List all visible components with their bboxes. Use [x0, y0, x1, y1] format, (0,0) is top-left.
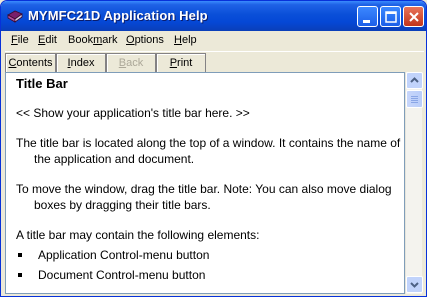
scroll-up-button[interactable]: [406, 72, 423, 89]
help-topic-pane[interactable]: Title Bar << Show your application's tit…: [5, 72, 405, 294]
minimize-icon: [363, 20, 370, 23]
scroll-down-button[interactable]: [406, 276, 423, 293]
menu-file[interactable]: File: [11, 34, 29, 46]
bullet-icon: [18, 273, 22, 277]
chevron-down-icon: [410, 282, 419, 288]
maximize-icon: [385, 11, 397, 23]
paragraph-location: The title bar is located along the top o…: [16, 136, 401, 166]
scroll-thumb[interactable]: [406, 90, 423, 108]
help-toolbar: Contents Index Back Print: [5, 51, 424, 73]
back-button[interactable]: Back: [106, 53, 156, 73]
menu-bar: File Edit Bookmark Options Help: [5, 31, 424, 50]
window-title: MYMFC21D Application Help: [28, 8, 208, 23]
paragraph-move: To move the window, drag the title bar. …: [16, 182, 392, 212]
close-icon: [409, 12, 419, 22]
close-button[interactable]: [403, 6, 424, 27]
grip-line: [411, 100, 418, 101]
vertical-scrollbar[interactable]: [405, 72, 423, 294]
menu-options[interactable]: Options: [126, 34, 164, 46]
topic-heading: Title Bar: [16, 76, 68, 91]
grip-line: [411, 102, 418, 103]
list-item: Document Control-menu button: [16, 265, 402, 285]
paragraph-elements: A title bar may contain the following el…: [16, 228, 260, 242]
help-window: MYMFC21D Application Help File Edit Book…: [0, 0, 427, 297]
help-book-icon[interactable]: [7, 9, 23, 23]
print-button[interactable]: Print: [156, 53, 206, 73]
maximize-button[interactable]: [380, 6, 401, 27]
grip-line: [411, 98, 418, 99]
index-button[interactable]: Index: [56, 53, 106, 73]
menu-edit[interactable]: Edit: [38, 34, 57, 46]
contents-button[interactable]: Contents: [5, 53, 56, 73]
menu-help[interactable]: Help: [174, 34, 197, 46]
grip-line: [411, 96, 418, 97]
menu-bookmark[interactable]: Bookmark: [68, 34, 118, 46]
chevron-up-icon: [410, 77, 419, 83]
list-item: Application Control-menu button: [16, 245, 402, 265]
title-bar[interactable]: MYMFC21D Application Help: [1, 1, 426, 31]
minimize-button[interactable]: [357, 6, 378, 27]
bullet-icon: [18, 253, 22, 257]
placeholder-text: << Show your application's title bar her…: [16, 106, 250, 120]
